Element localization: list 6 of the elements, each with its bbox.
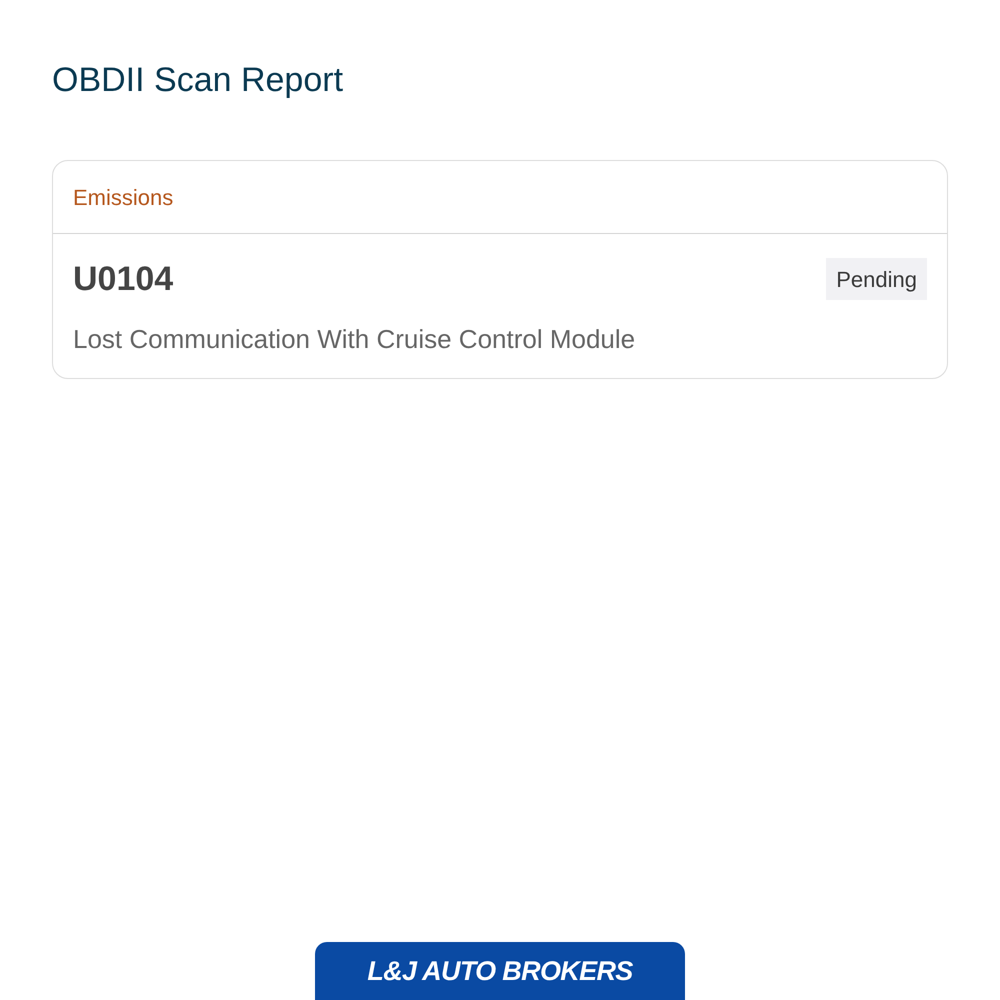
status-tag: Pending [826,258,927,300]
code-description: Lost Communication With Cruise Control Module [73,323,636,356]
page-title: OBDII Scan Report [52,60,344,101]
category-heading: Emissions [73,184,174,212]
trouble-code: U0104 [73,258,174,300]
brand-logo: L&J AUTO BROKERS [315,942,685,1000]
